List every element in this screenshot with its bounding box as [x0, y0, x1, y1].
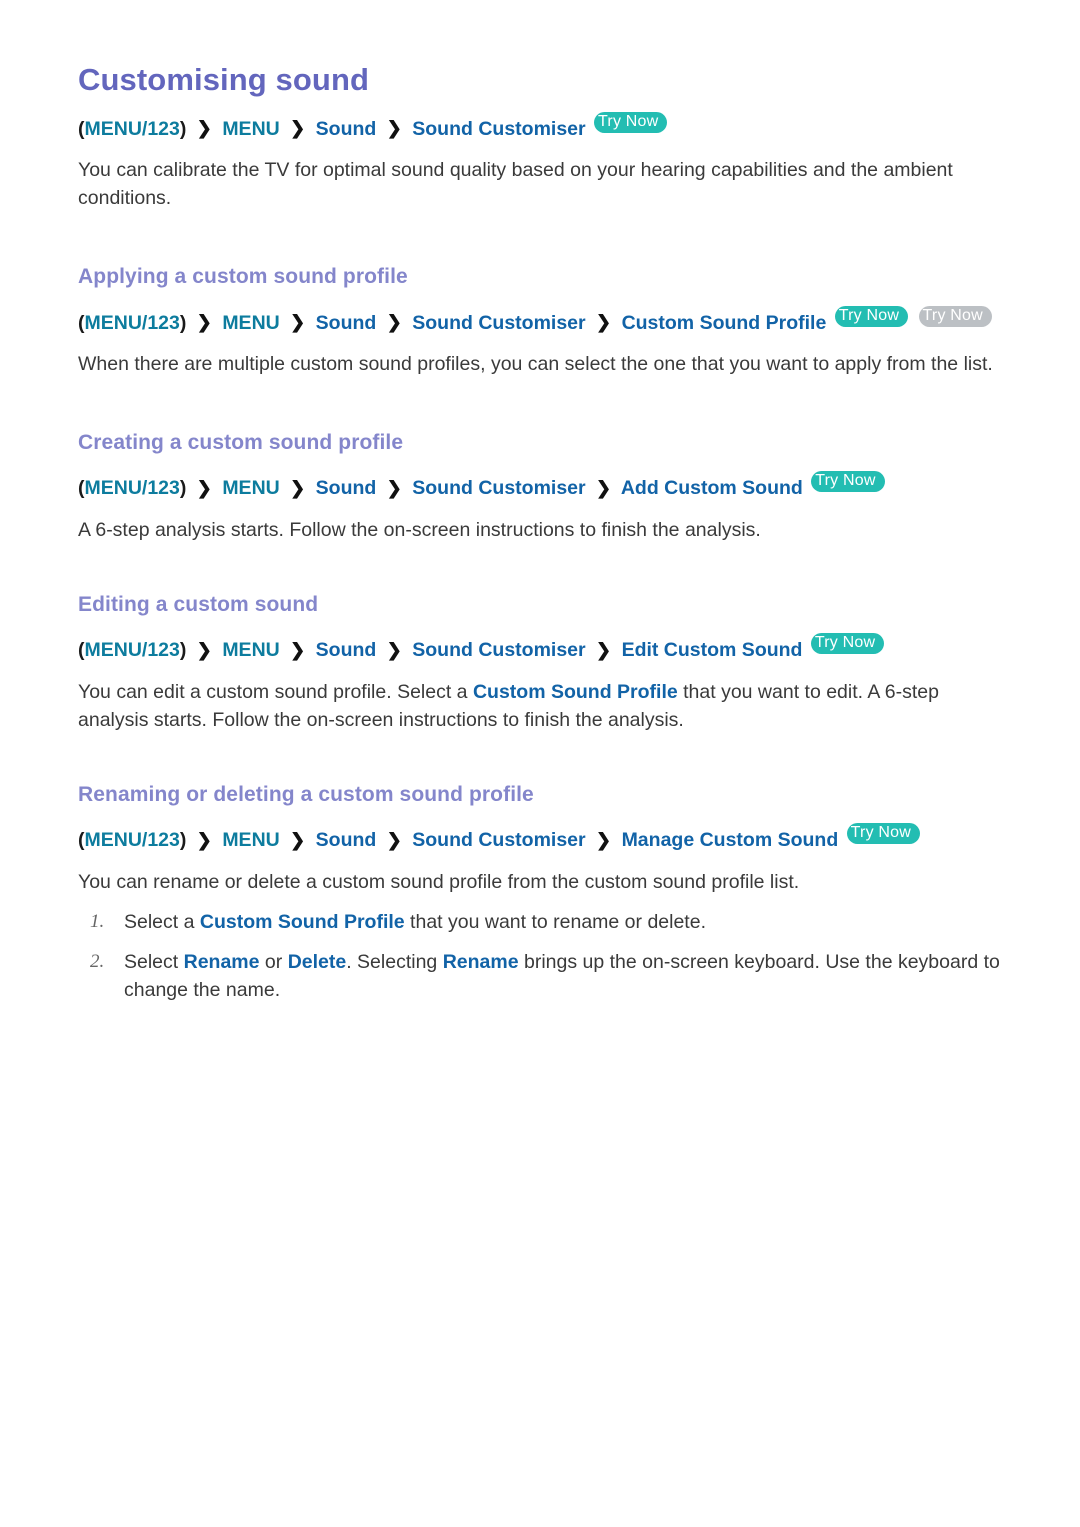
body-text-part: or	[259, 951, 288, 974]
chevron-right-icon: ❯	[290, 312, 306, 333]
body-text-part: . Selecting	[346, 951, 443, 974]
document-page: Customising sound (MENU/123) ❯ MENU ❯ So…	[0, 0, 1080, 1527]
menu-path-item-menu[interactable]: MENU	[222, 312, 279, 334]
numbered-steps-list: 1. Select a Custom Sound Profile that you…	[78, 908, 1010, 1005]
chevron-right-icon: ❯	[596, 829, 612, 850]
section-editing: Editing a custom sound (MENU/123) ❯ MENU…	[78, 592, 1010, 734]
chevron-right-icon: ❯	[196, 477, 212, 498]
section-renaming: Renaming or deleting a custom sound prof…	[78, 782, 1010, 1005]
paren-close: )	[179, 829, 187, 852]
chevron-right-icon: ❯	[596, 312, 612, 333]
menu-path-item-sound[interactable]: Sound	[316, 118, 377, 140]
menu-path-item-add-custom-sound[interactable]: Add Custom Sound	[621, 477, 803, 499]
menu-path-renaming: (MENU/123) ❯ MENU ❯ Sound ❯ Sound Custom…	[78, 823, 1010, 853]
paren-close: )	[179, 639, 187, 662]
menu-path-root[interactable]: MENU/123	[85, 477, 180, 499]
paren-close: )	[179, 477, 187, 500]
list-item-number: 2.	[90, 951, 105, 973]
list-item: 1. Select a Custom Sound Profile that you…	[78, 908, 1010, 936]
menu-path-item-manage-custom-sound[interactable]: Manage Custom Sound	[622, 829, 839, 851]
chevron-right-icon: ❯	[596, 477, 612, 498]
section-heading-editing: Editing a custom sound	[78, 593, 319, 617]
inline-link-custom-sound-profile[interactable]: Custom Sound Profile	[200, 911, 405, 933]
inline-link-rename-2[interactable]: Rename	[443, 951, 519, 973]
try-now-badge[interactable]: Try Now	[810, 633, 885, 655]
try-now-badge[interactable]: Try Now	[846, 823, 921, 845]
menu-path-item-menu[interactable]: MENU	[222, 829, 279, 851]
chevron-right-icon: ❯	[196, 829, 212, 850]
try-now-badge[interactable]: Try Now	[594, 111, 668, 133]
list-item: 2. Select Rename or Delete. Selecting Ren…	[78, 948, 1010, 1005]
chevron-right-icon: ❯	[386, 477, 402, 498]
chevron-right-icon: ❯	[386, 639, 402, 660]
chevron-right-icon: ❯	[196, 118, 212, 139]
section-applying: Applying a custom sound profile (MENU/12…	[78, 264, 1010, 378]
page-title: Customising sound	[78, 62, 370, 97]
chevron-right-icon: ❯	[386, 118, 402, 139]
menu-path-item-menu[interactable]: MENU	[222, 477, 279, 499]
menu-path-item-sound[interactable]: Sound	[316, 312, 377, 334]
section-heading-creating: Creating a custom sound profile	[78, 431, 404, 455]
chevron-right-icon: ❯	[196, 639, 212, 660]
body-text-part: Select	[124, 951, 184, 974]
body-text-part: Select a	[124, 910, 200, 933]
inline-link-delete[interactable]: Delete	[288, 951, 347, 973]
try-now-badge[interactable]: Try Now	[811, 471, 885, 493]
body-text-part: that you want to rename or delete.	[404, 910, 706, 933]
chevron-right-icon: ❯	[290, 829, 306, 850]
body-text-part: You can edit a custom sound profile. Sel…	[78, 680, 473, 703]
menu-path-item-sound-customiser[interactable]: Sound Customiser	[412, 639, 585, 661]
intro-body-text: You can calibrate the TV for optimal sou…	[78, 158, 953, 210]
menu-path-applying: (MENU/123) ❯ MENU ❯ Sound ❯ Sound Custom…	[78, 305, 1010, 336]
menu-path-root[interactable]: MENU/123	[85, 829, 180, 851]
menu-path-item-sound-customiser[interactable]: Sound Customiser	[412, 477, 585, 499]
chevron-right-icon: ❯	[386, 312, 402, 333]
section-body-applying: When there are multiple custom sound pro…	[78, 352, 993, 375]
menu-path-item-sound[interactable]: Sound	[316, 477, 377, 499]
section-creating: Creating a custom sound profile (MENU/12…	[78, 430, 1010, 544]
menu-path-item-edit-custom-sound[interactable]: Edit Custom Sound	[622, 639, 803, 661]
menu-path-item-sound-customiser[interactable]: Sound Customiser	[412, 118, 585, 140]
inline-link-custom-sound-profile[interactable]: Custom Sound Profile	[473, 681, 678, 703]
menu-path-item-menu[interactable]: MENU	[222, 118, 279, 140]
menu-path-item-custom-sound-profile[interactable]: Custom Sound Profile	[622, 312, 827, 334]
paren-close: )	[179, 117, 187, 140]
inline-link-rename[interactable]: Rename	[184, 951, 260, 973]
section-heading-applying: Applying a custom sound profile	[78, 265, 408, 289]
section-body-editing: You can edit a custom sound profile. Sel…	[78, 678, 1008, 735]
try-now-badge[interactable]: Try Now	[834, 305, 909, 327]
chevron-right-icon: ❯	[596, 639, 612, 660]
chevron-right-icon: ❯	[290, 639, 306, 660]
menu-path-editing: (MENU/123) ❯ MENU ❯ Sound ❯ Sound Custom…	[78, 633, 1010, 663]
menu-path-creating: (MENU/123) ❯ MENU ❯ Sound ❯ Sound Custom…	[78, 471, 1010, 501]
menu-path-root[interactable]: MENU/123	[85, 118, 180, 140]
menu-path-root[interactable]: MENU/123	[85, 312, 180, 334]
list-item-number: 1.	[90, 910, 105, 932]
menu-path-item-sound[interactable]: Sound	[316, 639, 377, 661]
menu-path-item-sound-customiser[interactable]: Sound Customiser	[412, 312, 585, 334]
menu-path-root[interactable]: MENU/123	[85, 639, 180, 661]
section-body-renaming: You can rename or delete a custom sound …	[78, 870, 800, 893]
paren-close: )	[179, 311, 187, 334]
chevron-right-icon: ❯	[290, 118, 306, 139]
menu-path-item-menu[interactable]: MENU	[222, 639, 279, 661]
chevron-right-icon: ❯	[386, 829, 402, 850]
try-now-badge-disabled[interactable]: Try Now	[918, 305, 992, 327]
chevron-right-icon: ❯	[290, 477, 306, 498]
chevron-right-icon: ❯	[196, 312, 212, 333]
section-body-creating: A 6-step analysis starts. Follow the on-…	[78, 518, 761, 541]
section-heading-renaming: Renaming or deleting a custom sound prof…	[78, 783, 534, 807]
menu-path-item-sound[interactable]: Sound	[316, 829, 377, 851]
menu-path-intro: (MENU/123) ❯ MENU ❯ Sound ❯ Sound Custom…	[78, 111, 1010, 142]
menu-path-item-sound-customiser[interactable]: Sound Customiser	[412, 829, 585, 851]
